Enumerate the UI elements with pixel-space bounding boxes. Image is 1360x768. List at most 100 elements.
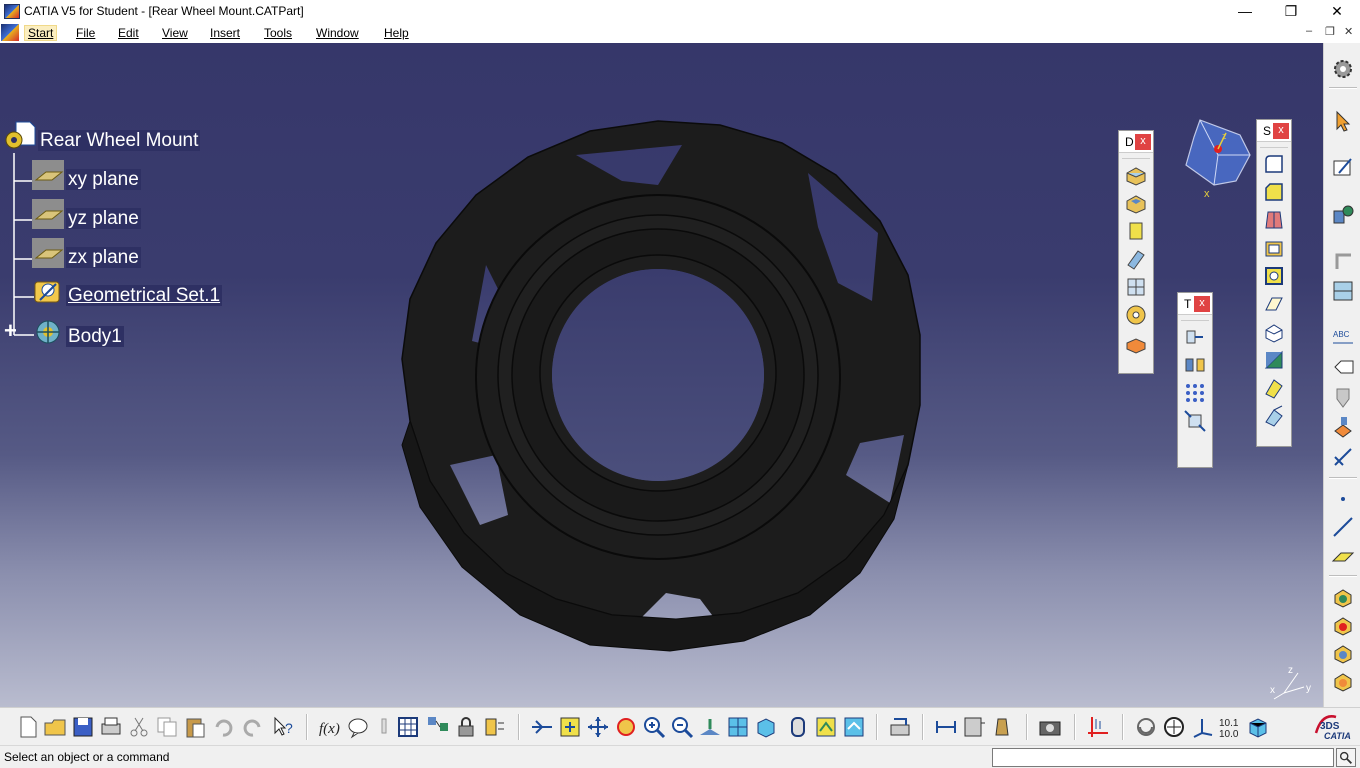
fillet-icon[interactable] xyxy=(1262,152,1286,176)
geometrical-set-icon[interactable] xyxy=(32,276,64,306)
menu-file[interactable]: File xyxy=(72,25,99,41)
boolean-icon[interactable] xyxy=(1134,715,1158,739)
whats-this-icon[interactable]: ? xyxy=(271,715,295,739)
scaling-icon[interactable] xyxy=(1183,409,1207,433)
remove-icon[interactable] xyxy=(1331,641,1355,665)
toolbar-s-close-button[interactable]: x xyxy=(1273,123,1289,139)
tree-item-body1[interactable]: Body1 xyxy=(66,326,124,348)
axis-system-icon[interactable] xyxy=(1331,249,1355,273)
shading-icon[interactable] xyxy=(786,715,810,739)
mdi-minimize-button[interactable]: – xyxy=(1306,25,1312,37)
redo-icon[interactable] xyxy=(241,715,265,739)
menu-insert[interactable]: Insert xyxy=(206,25,244,41)
section-icon[interactable] xyxy=(1086,715,1110,739)
part-body-icon[interactable] xyxy=(1331,415,1355,439)
zoom-out-icon[interactable] xyxy=(670,715,694,739)
close-surface-icon[interactable] xyxy=(1262,404,1286,428)
mdi-restore-button[interactable]: ❐ xyxy=(1325,25,1335,38)
measure-icon[interactable] xyxy=(1331,279,1355,303)
measure-between-icon[interactable] xyxy=(934,715,958,739)
tree-item-yz-plane[interactable]: yz plane xyxy=(66,208,141,230)
stiffener-icon[interactable] xyxy=(1124,331,1148,355)
3d-viewport[interactable]: Rear Wheel Mount xy plane yz plane zx pl… xyxy=(0,43,1323,707)
catalog-browser-icon[interactable] xyxy=(426,715,450,739)
intersect-icon[interactable] xyxy=(1331,669,1355,693)
measure-inertia-icon[interactable] xyxy=(990,715,1014,739)
plane-icon[interactable] xyxy=(1331,543,1355,567)
toolbar-t-header[interactable]: T x xyxy=(1178,293,1212,315)
pad-icon[interactable] xyxy=(1124,163,1148,187)
expand-icon[interactable]: + xyxy=(4,320,22,342)
floating-toolbar-s[interactable]: S x xyxy=(1256,119,1292,447)
fit-all-in-icon[interactable] xyxy=(558,715,582,739)
axis-orient-icon[interactable] xyxy=(1190,715,1214,739)
annotation-text-icon[interactable]: ABC xyxy=(1331,325,1355,349)
compass-widget[interactable]: z x xyxy=(1180,115,1260,205)
fly-mode-icon[interactable] xyxy=(530,715,554,739)
toolbar-t-close-button[interactable]: x xyxy=(1194,296,1210,312)
zoom-in-icon[interactable] xyxy=(642,715,666,739)
document-control-icon[interactable] xyxy=(1,24,19,41)
toolbar-s-header[interactable]: S x xyxy=(1257,120,1291,142)
union-trim-icon[interactable] xyxy=(1331,585,1355,609)
new-file-icon[interactable] xyxy=(16,715,40,739)
remove-face-icon[interactable] xyxy=(1262,320,1286,344)
measure-item-icon[interactable] xyxy=(962,715,986,739)
menu-tools[interactable]: Tools xyxy=(260,25,296,41)
replace-face-icon[interactable] xyxy=(1262,348,1286,372)
minimize-button[interactable]: — xyxy=(1222,0,1268,23)
isometric-view-icon[interactable] xyxy=(754,715,778,739)
normal-view-icon[interactable] xyxy=(698,715,722,739)
shell-icon[interactable] xyxy=(1262,236,1286,260)
capture-camera-icon[interactable] xyxy=(1038,715,1062,739)
chamfer-icon[interactable] xyxy=(1262,180,1286,204)
tree-root-item[interactable]: Rear Wheel Mount xyxy=(38,130,201,152)
yz-plane-icon[interactable] xyxy=(32,199,64,229)
thickness-icon[interactable] xyxy=(1262,264,1286,288)
tree-item-geometrical-set[interactable]: Geometrical Set.1 xyxy=(66,285,223,307)
reactions-icon[interactable] xyxy=(482,715,506,739)
tree-item-xy-plane[interactable]: xy plane xyxy=(66,169,141,191)
flag-note-icon[interactable] xyxy=(1331,355,1355,379)
design-table-icon[interactable] xyxy=(396,715,420,739)
toolbar-d-close-button[interactable]: x xyxy=(1135,134,1151,150)
sketch-icon[interactable] xyxy=(1331,155,1355,179)
menu-view[interactable]: View xyxy=(158,25,192,41)
shaft-icon[interactable] xyxy=(1124,219,1148,243)
undo-icon[interactable] xyxy=(211,715,235,739)
line-icon[interactable] xyxy=(1331,515,1355,539)
menu-help[interactable]: Help xyxy=(380,25,413,41)
catalog-icon[interactable] xyxy=(1331,203,1355,227)
command-input[interactable] xyxy=(992,748,1334,767)
save-icon[interactable] xyxy=(71,715,95,739)
multi-section-solid-icon[interactable] xyxy=(1124,275,1148,299)
point-icon[interactable] xyxy=(1331,487,1355,511)
body-icon[interactable] xyxy=(32,317,64,347)
knowledge-advisor-icon[interactable] xyxy=(346,715,370,739)
pattern-icon[interactable] xyxy=(1183,381,1207,405)
xy-plane-icon[interactable] xyxy=(32,160,64,190)
add-icon[interactable] xyxy=(1331,613,1355,637)
floating-toolbar-d[interactable]: D x xyxy=(1118,130,1154,374)
mirror-icon[interactable] xyxy=(1183,353,1207,377)
lock-icon[interactable] xyxy=(454,715,478,739)
gear-icon[interactable] xyxy=(1331,57,1355,81)
draft-icon[interactable] xyxy=(1262,208,1286,232)
menu-start[interactable]: Start xyxy=(24,25,58,41)
command-search-icon[interactable] xyxy=(1336,748,1356,767)
apply-material-icon[interactable] xyxy=(1331,385,1355,409)
floating-toolbar-t[interactable]: T x xyxy=(1177,292,1213,468)
multi-view-icon[interactable] xyxy=(726,715,750,739)
menu-window[interactable]: Window xyxy=(312,25,363,41)
maximize-button[interactable]: ❐ xyxy=(1268,0,1314,23)
toolbar-d-header[interactable]: D x xyxy=(1119,131,1153,153)
constraint-icon[interactable] xyxy=(1331,445,1355,469)
thick-surface-icon[interactable] xyxy=(1262,376,1286,400)
compass-reset-icon[interactable] xyxy=(1162,715,1186,739)
tree-item-zx-plane[interactable]: zx plane xyxy=(66,247,141,269)
cut-icon[interactable] xyxy=(127,715,151,739)
cube-view-icon[interactable] xyxy=(1246,715,1270,739)
formula-icon[interactable]: f(x) xyxy=(318,715,342,739)
menu-edit[interactable]: Edit xyxy=(114,25,143,41)
open-folder-icon[interactable] xyxy=(43,715,67,739)
